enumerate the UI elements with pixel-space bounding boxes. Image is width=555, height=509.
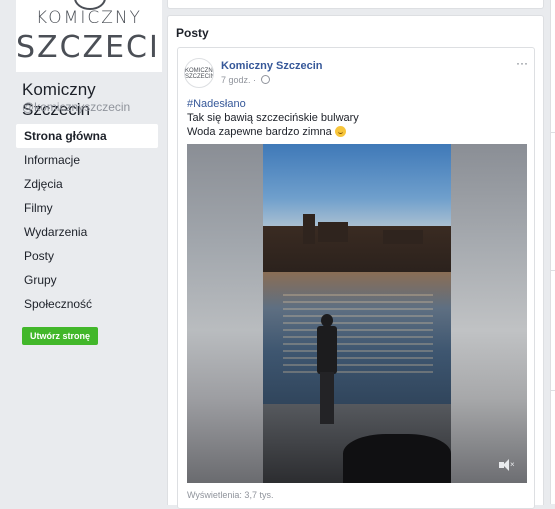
post-text: #Nadesłano Tak się bawią szczecińskie bu…	[187, 97, 359, 139]
page-nav: Strona główna Informacje Zdjęcia Filmy W…	[16, 124, 158, 316]
post-line2: Woda zapewne bardzo zimna	[187, 126, 332, 138]
mute-icon[interactable]: ×	[499, 459, 515, 471]
post-avatar[interactable]: KOMICZNY SZCZECIN	[184, 58, 214, 88]
nav-item-home[interactable]: Strona główna	[16, 124, 158, 148]
right-separator	[551, 390, 555, 391]
video-blur-right	[451, 144, 527, 483]
posts-panel: Posty KOMICZNY SZCZECIN Komiczny Szczeci…	[167, 15, 544, 509]
post-video[interactable]: ×	[187, 144, 527, 483]
post-time[interactable]: 7 godz.	[221, 75, 251, 85]
nav-item-community[interactable]: Społeczność	[16, 292, 158, 316]
video-crowd	[343, 434, 451, 483]
video-building	[383, 230, 423, 244]
post-meta: 7 godz. ·	[221, 75, 270, 85]
video-building	[318, 222, 348, 242]
more-icon[interactable]: ···	[516, 56, 528, 70]
mute-x-mark: ×	[510, 460, 515, 469]
posts-header: Posty	[176, 26, 209, 40]
video-tower	[303, 214, 315, 244]
nav-item-photos[interactable]: Zdjęcia	[16, 172, 158, 196]
nav-item-posts[interactable]: Posty	[16, 244, 158, 268]
person-legs	[320, 372, 334, 424]
post-card: KOMICZNY SZCZECIN Komiczny Szczecin 7 go…	[177, 47, 535, 509]
video-water-shimmer	[283, 294, 433, 374]
logo-line2: SZCZECIN	[16, 30, 162, 65]
logo-line1: KOMICZNY	[36, 8, 142, 28]
post-hashtag[interactable]: #Nadesłano	[187, 97, 359, 111]
post-author-link[interactable]: Komiczny Szczecin	[221, 60, 322, 72]
person-body	[317, 326, 337, 374]
right-separator	[551, 270, 555, 271]
avatar-text: KOMICZNY SZCZECIN	[185, 68, 214, 80]
smile-emoji-icon	[334, 126, 346, 137]
nav-item-videos[interactable]: Filmy	[16, 196, 158, 220]
video-blur-left	[187, 144, 263, 483]
video-person	[315, 314, 339, 424]
nav-item-about[interactable]: Informacje	[16, 148, 158, 172]
mute-speaker-cone	[503, 459, 509, 471]
post-line2-wrap: Woda zapewne bardzo zimna	[187, 125, 359, 139]
create-page-button[interactable]: Utwórz stronę	[22, 327, 99, 345]
post-views: Wyświetlenia: 3,7 tys.	[187, 490, 274, 500]
meta-separator: ·	[253, 75, 257, 85]
video-frame	[263, 144, 451, 483]
post-line1: Tak się bawią szczecińskie bulwary	[187, 112, 359, 124]
right-separator	[551, 132, 555, 133]
page-logo[interactable]: KOMICZNY SZCZECIN	[16, 0, 162, 72]
nav-item-events[interactable]: Wydarzenia	[16, 220, 158, 244]
nav-item-groups[interactable]: Grupy	[16, 268, 158, 292]
left-column: KOMICZNY SZCZECIN Komiczny Szczecin @kom…	[0, 0, 166, 504]
right-column-stub	[550, 0, 555, 504]
globe-icon	[260, 75, 270, 84]
page-handle[interactable]: @komicznyszczecin	[22, 100, 130, 114]
top-panel-stub	[167, 0, 544, 9]
